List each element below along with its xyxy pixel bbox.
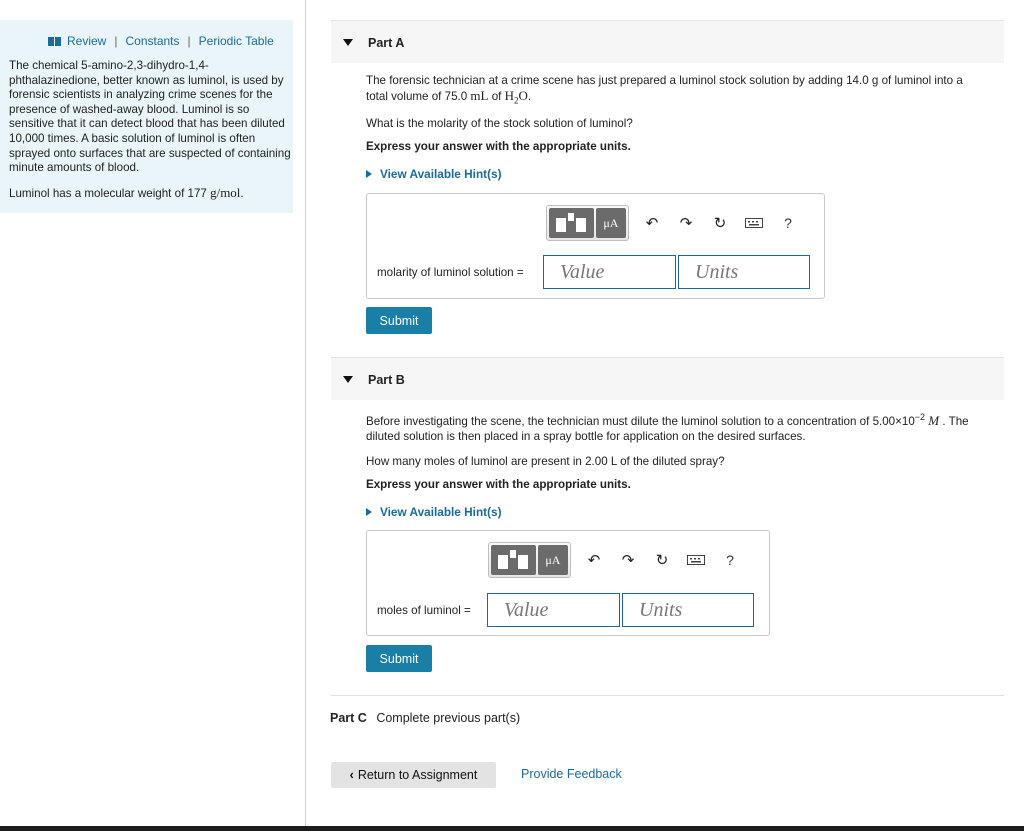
resource-links: Review | Constants | Periodic Table [48,34,274,48]
periodic-table-link[interactable]: Periodic Table [199,34,274,48]
h-symbol: H [504,88,514,103]
link-separator: | [114,34,118,48]
info-panel: Review | Constants | Periodic Table The … [0,20,293,213]
intro-text: The chemical 5-amino-2,3-dihydro-1,4-pht… [9,59,291,175]
book-icon [48,36,61,46]
part-b-problem-line1: Before investigating the scene, the tech… [366,410,1006,429]
part-b-answer-label: moles of luminol = [377,604,471,617]
part-b-hint-toggle[interactable]: View Available Hint(s) [366,505,502,519]
part-b-value-input[interactable]: Value [487,593,620,627]
return-to-assignment-button[interactable]: ‹ Return to Assignment [331,762,496,788]
mw-prefix: Luminol has a molecular weight of 177 [9,187,211,200]
part-a-submit-button[interactable]: Submit [366,307,432,334]
keyboard-icon[interactable] [681,545,711,575]
part-a-hint-toggle[interactable]: View Available Hint(s) [366,167,502,181]
part-a-problem-text: The forensic technician at a crime scene… [366,73,1006,109]
volume-text: total volume of 75.0 [366,90,471,103]
expand-triangle-icon [366,170,372,178]
part-a-answer-label: molarity of luminol solution = [377,266,524,279]
part-a-toolbar: μA ↶ ↷ ↻ ? [546,205,803,241]
mw-suffix: . [240,187,244,200]
part-b-submit-button[interactable]: Submit [366,645,432,672]
reset-icon[interactable]: ↻ [705,208,735,238]
part-c-title: Part C [330,711,367,725]
collapse-triangle-icon [343,376,353,383]
review-link[interactable]: Review [67,34,106,48]
part-a-header[interactable]: Part A [331,20,1004,63]
part-a-title: Part A [368,36,405,50]
templates-button[interactable] [549,208,594,238]
part-b-toolbar: μA ↶ ↷ ↻ ? [488,542,745,578]
h2o-formula: H2O [504,88,528,106]
chevron-left-icon: ‹ [349,768,354,782]
part-b-hint-label: View Available Hint(s) [380,505,502,519]
part-b-question: How many moles of luminol are present in… [366,455,725,468]
mw-unit: g/mol [210,185,241,200]
part-b-instruction: Express your answer with the appropriate… [366,478,631,491]
math-template-group: μA [546,205,629,241]
link-separator: | [187,34,191,48]
undo-icon[interactable]: ↶ [579,545,609,575]
bottom-bar [0,826,1024,831]
part-c-status: Complete previous part(s) [376,711,521,725]
templates-button[interactable] [491,545,536,575]
reset-icon[interactable]: ↻ [647,545,677,575]
molecular-weight-text: Luminol has a molecular weight of 177 g/… [9,185,291,201]
part-b-units-input[interactable]: Units [622,593,754,627]
section-divider [331,695,1004,696]
collapse-triangle-icon [343,39,353,46]
part-a-problem-line1: The forensic technician at a crime scene… [366,74,963,87]
period: . [527,90,532,103]
redo-icon[interactable]: ↷ [613,545,643,575]
part-a-problem-line2: total volume of 75.0 mL of H2O. [366,88,1006,109]
return-label: Return to Assignment [357,768,478,782]
part-b-answer-box: μA ↶ ↷ ↻ ? moles of luminol = Value Unit… [366,530,770,636]
part-a-value-input[interactable]: Value [543,255,676,289]
math-template-group: μA [488,542,571,578]
keyboard-icon[interactable] [739,208,769,238]
part-a-units-input[interactable]: Units [678,255,810,289]
exponent: −2 [914,412,926,422]
line-end-text: . The [942,414,969,428]
molar-unit: M [928,412,940,428]
part-b-problem-line2: diluted solution is then placed in a spr… [366,429,806,443]
provide-feedback-link[interactable]: Provide Feedback [521,767,622,781]
part-b-problem-text: Before investigating the scene, the tech… [366,410,1006,444]
part-b-title: Part B [368,373,405,387]
help-icon[interactable]: ? [715,545,745,575]
part-a-answer-box: μA ↶ ↷ ↻ ? molarity of luminol solution … [366,193,825,299]
ml-unit: mL [470,88,489,103]
constants-link[interactable]: Constants [125,34,179,48]
part-b-header[interactable]: Part B [331,357,1004,400]
help-icon[interactable]: ? [773,208,803,238]
o-symbol: O [518,88,528,103]
part-a-hint-label: View Available Hint(s) [380,167,502,181]
concentration-text: Before investigating the scene, the tech… [366,414,915,428]
column-divider [305,0,306,831]
part-a-instruction: Express your answer with the appropriate… [366,140,631,153]
templates-icon [496,549,530,571]
part-a-question: What is the molarity of the stock soluti… [366,117,633,130]
part-c-row: Part C Complete previous part(s) [330,711,520,725]
expand-triangle-icon [366,508,372,516]
undo-icon[interactable]: ↶ [637,208,667,238]
templates-icon [554,212,588,234]
of-text: of [488,90,505,103]
units-button[interactable]: μA [537,545,568,575]
units-button[interactable]: μA [595,208,626,238]
redo-icon[interactable]: ↷ [671,208,701,238]
